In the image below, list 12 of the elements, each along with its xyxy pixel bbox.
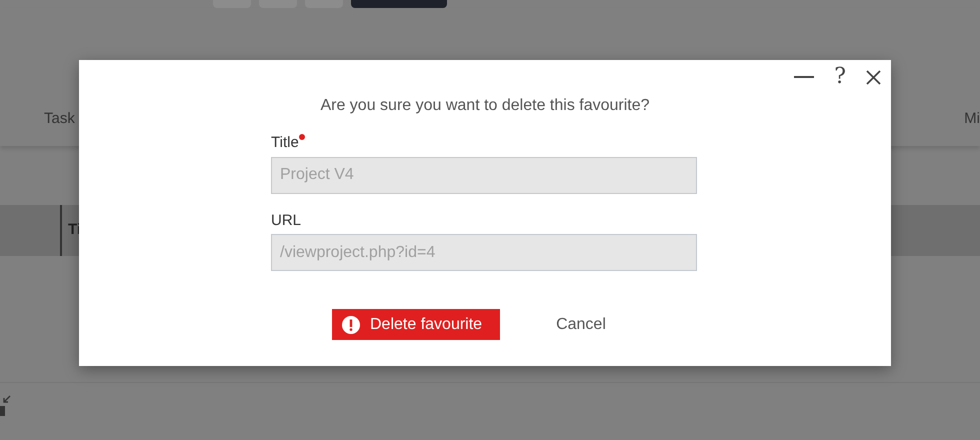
cancel-button[interactable]: Cancel [550, 309, 612, 340]
nav-tab[interactable]: Task [44, 108, 75, 146]
nav-tab[interactable]: Mi [964, 108, 980, 146]
help-button[interactable]: ? [834, 64, 846, 90]
field-label: URL [271, 210, 302, 230]
close-icon[interactable] [866, 70, 881, 84]
field-label: Title [271, 133, 299, 153]
alert-icon [342, 316, 360, 334]
delete-button[interactable]: Delete favourite [332, 309, 500, 340]
confirmation-message: Are you sure you want to delete this favourite? [319, 96, 651, 116]
minimize-icon[interactable] [794, 76, 814, 78]
export-icon[interactable] [0, 395, 12, 419]
